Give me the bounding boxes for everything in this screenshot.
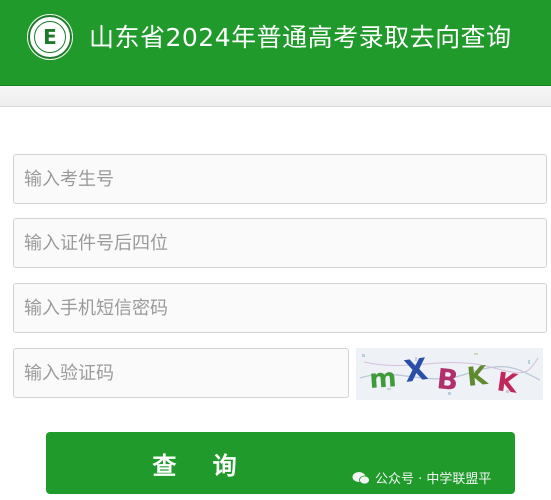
svg-text:E: E [43,25,57,49]
captcha-input[interactable] [13,348,349,398]
svg-text:m: m [368,363,397,395]
school-emblem-icon: E [27,14,73,60]
id-last4-input[interactable] [13,218,547,268]
query-button-label: 查 询 [152,451,251,480]
watermark: 公众号 · 中学联盟平 [352,468,491,487]
captcha-image[interactable]: m X B K K [356,348,543,400]
sms-password-input[interactable] [13,283,547,333]
svg-text:X: X [402,352,430,390]
exam-number-input[interactable] [13,154,547,204]
header-bar: E 山东省2024年普通高考录取去向查询 [0,0,551,86]
header-divider [0,86,551,107]
wechat-icon [352,471,370,485]
watermark-text: 公众号 · 中学联盟平 [375,472,492,487]
page-title: 山东省2024年普通高考录取去向查询 [89,23,512,52]
svg-text:K: K [466,361,490,393]
svg-text:B: B [435,362,460,397]
